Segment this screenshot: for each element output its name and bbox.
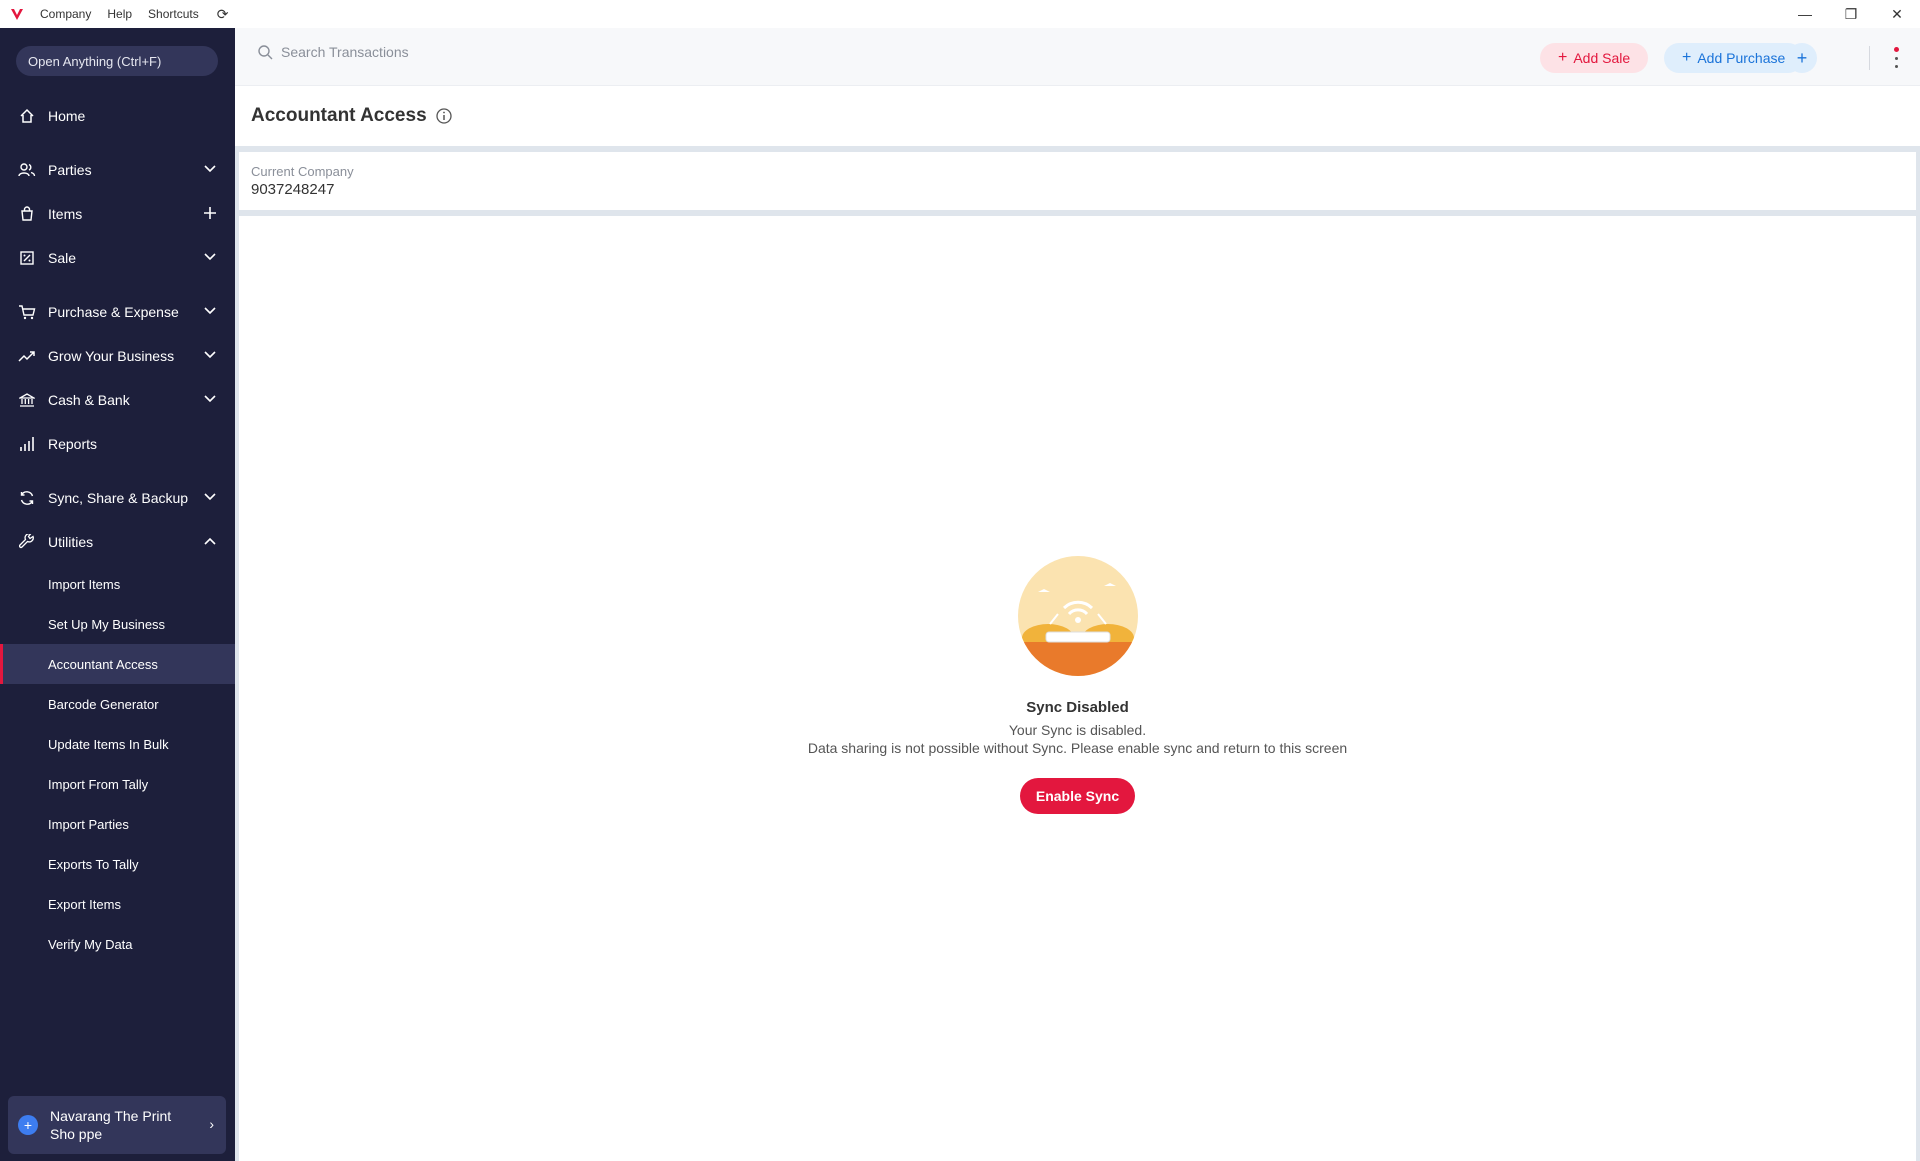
sidebar-item-label: Sync, Share & Backup (48, 490, 189, 506)
sidebar-item-items[interactable]: Items (0, 192, 235, 236)
sidebar-item-purchase-expense[interactable]: Purchase & Expense (0, 290, 235, 334)
sidebar-item-reports[interactable]: Reports (0, 422, 235, 466)
sidebar-item-label: Grow Your Business (48, 348, 175, 364)
sidebar-subitem-import-from-tally[interactable]: Import From Tally (0, 764, 235, 804)
chevron-down-icon (203, 304, 217, 318)
empty-state-line-2: Data sharing is not possible without Syn… (807, 740, 1348, 756)
sidebar-item-sale[interactable]: Sale (0, 236, 235, 280)
refresh-icon[interactable]: ⟳ (217, 6, 229, 23)
divider (1869, 46, 1870, 70)
sidebar-subitem-import-items[interactable]: Import Items (0, 564, 235, 604)
current-company-value: 9037248247 (251, 181, 335, 198)
sidebar-subitem-exports-to-tally[interactable]: Exports To Tally (0, 844, 235, 884)
sidebar-subitem-update-items-bulk[interactable]: Update Items In Bulk (0, 724, 235, 764)
restore-icon[interactable]: ❐ (1828, 0, 1874, 28)
page-header: Accountant Access (235, 86, 1920, 146)
sidebar-subitem-accountant-access[interactable]: Accountant Access (0, 644, 235, 684)
add-sale-label: Add Sale (1573, 50, 1631, 66)
chevron-down-icon (203, 348, 217, 362)
page-title: Accountant Access (251, 105, 427, 126)
sidebar-item-parties[interactable]: Parties (0, 148, 235, 192)
sidebar-subitem-barcode-generator[interactable]: Barcode Generator (0, 684, 235, 724)
bank-icon (18, 391, 36, 409)
chevron-down-icon (203, 490, 217, 504)
bar-chart-icon (18, 435, 36, 453)
bag-icon (18, 205, 36, 223)
company-name: Navarang The Print Sho ppe (50, 1108, 172, 1142)
sidebar-item-label: Parties (48, 162, 92, 178)
sidebar-subitem-set-up-business[interactable]: Set Up My Business (0, 604, 235, 644)
sidebar-item-cash-bank[interactable]: Cash & Bank (0, 378, 235, 422)
current-company-label: Current Company (251, 164, 354, 179)
chevron-down-icon (203, 250, 217, 264)
window-controls: — ❐ ✕ (1782, 0, 1920, 28)
info-icon[interactable] (435, 107, 453, 125)
sidebar-item-home[interactable]: Home (0, 94, 235, 138)
plus-icon: + (1796, 47, 1808, 68)
chevron-up-icon (203, 534, 217, 548)
search-placeholder: Search Transactions (281, 44, 409, 60)
current-company-panel: Current Company 9037248247 (239, 152, 1916, 210)
sidebar-item-label: Utilities (48, 534, 94, 550)
add-sale-button[interactable]: + Add Sale (1540, 43, 1649, 73)
enable-sync-button[interactable]: Enable Sync (1019, 778, 1136, 814)
sync-icon (18, 489, 36, 507)
chevron-down-icon (203, 162, 217, 176)
chevron-right-icon: › (209, 1116, 214, 1132)
sidebar-subitem-import-parties[interactable]: Import Parties (0, 804, 235, 844)
company-switcher[interactable]: + Navarang The Print Sho ppe › (8, 1096, 226, 1154)
app-logo-icon (11, 9, 23, 20)
add-company-icon: + (18, 1115, 38, 1135)
menu-company[interactable]: Company (40, 7, 91, 21)
chevron-down-icon (203, 392, 217, 406)
sidebar-item-utilities[interactable]: Utilities (0, 520, 235, 564)
menu-shortcuts[interactable]: Shortcuts (148, 7, 199, 21)
home-icon (18, 107, 36, 125)
sidebar-subitem-export-items[interactable]: Export Items (0, 884, 235, 924)
sidebar: Open Anything (Ctrl+F) Home Parties Item… (0, 28, 235, 1161)
empty-state-line-1: Your Sync is disabled. (1008, 722, 1147, 738)
sidebar-item-label: Reports (48, 436, 98, 452)
sidebar-item-sync-share-backup[interactable]: Sync, Share & Backup (0, 476, 235, 520)
top-bar: Search Transactions + Add Sale + Add Pur… (235, 28, 1920, 86)
trend-icon (18, 347, 36, 365)
sidebar-item-label: Sale (48, 250, 77, 266)
sale-icon (18, 249, 36, 267)
sidebar-item-label: Purchase & Expense (48, 304, 179, 320)
close-icon[interactable]: ✕ (1874, 0, 1920, 28)
sidebar-item-label: Items (48, 206, 83, 222)
sidebar-subitem-verify-data[interactable]: Verify My Data (0, 924, 235, 964)
add-more-button[interactable]: + (1787, 43, 1817, 73)
open-anything-button[interactable]: Open Anything (Ctrl+F) (16, 46, 218, 76)
add-purchase-label: Add Purchase (1697, 50, 1786, 66)
plus-icon: + (1682, 49, 1692, 66)
plus-icon: + (1558, 49, 1568, 66)
sidebar-item-grow-business[interactable]: Grow Your Business (0, 334, 235, 378)
empty-state-title: Sync Disabled (1026, 699, 1129, 716)
add-purchase-button[interactable]: + Add Purchase (1664, 43, 1804, 73)
wrench-icon (18, 533, 36, 551)
sidebar-nav: Home Parties Items Sale Purchase & Expen… (0, 94, 235, 964)
main-content: Accountant Access Current Company 903724… (235, 86, 1920, 1161)
sidebar-item-label: Home (48, 108, 86, 124)
sync-disabled-state: Sync Disabled Your Sync is disabled. Dat… (239, 556, 1916, 814)
cart-icon (18, 303, 36, 321)
sync-disabled-illustration (1017, 556, 1138, 676)
users-icon (18, 161, 36, 179)
more-options-icon[interactable] (1891, 44, 1901, 70)
window-titlebar: Company Help Shortcuts ⟳ — ❐ ✕ (0, 0, 1920, 28)
search-icon (258, 45, 273, 60)
plus-icon[interactable] (203, 206, 217, 220)
minimize-icon[interactable]: — (1782, 0, 1828, 28)
content-panel: Sync Disabled Your Sync is disabled. Dat… (239, 216, 1916, 1161)
search-input[interactable]: Search Transactions (257, 44, 409, 60)
menu-help[interactable]: Help (107, 7, 132, 21)
sidebar-item-label: Cash & Bank (48, 392, 130, 408)
